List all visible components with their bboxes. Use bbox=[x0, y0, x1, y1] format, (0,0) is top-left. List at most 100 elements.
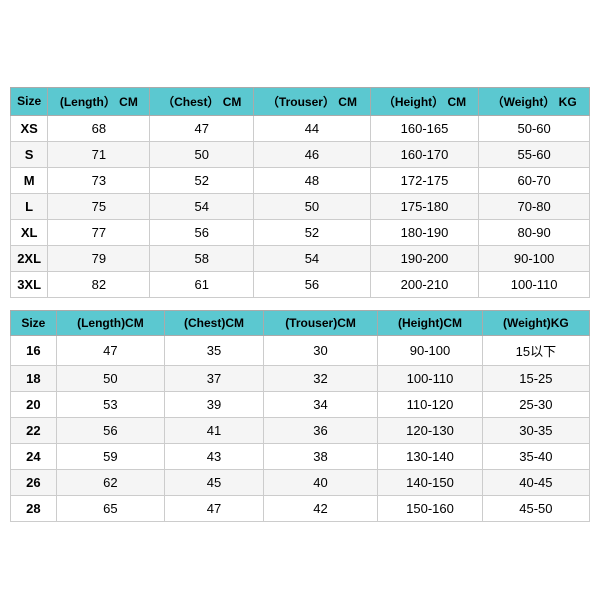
table-cell: 32 bbox=[263, 365, 377, 391]
table-cell: 59 bbox=[56, 443, 164, 469]
children-col-header: (Height)CM bbox=[378, 310, 483, 335]
table-cell: 30-35 bbox=[482, 417, 589, 443]
table-cell: 60-70 bbox=[479, 167, 590, 193]
table-cell: M bbox=[11, 167, 48, 193]
table-cell: 50 bbox=[254, 193, 371, 219]
children-col-header: (Length)CM bbox=[56, 310, 164, 335]
table-row: 26624540140-15040-45 bbox=[11, 469, 590, 495]
table-cell: 100-110 bbox=[479, 271, 590, 297]
table-row: L755450175-18070-80 bbox=[11, 193, 590, 219]
table-cell: 68 bbox=[48, 115, 150, 141]
table-cell: 100-110 bbox=[378, 365, 483, 391]
table-cell: 120-130 bbox=[378, 417, 483, 443]
table-cell: 55-60 bbox=[479, 141, 590, 167]
adult-col-header: Size bbox=[11, 87, 48, 115]
table-cell: 15以下 bbox=[482, 335, 589, 365]
table-cell: 79 bbox=[48, 245, 150, 271]
table-cell: 172-175 bbox=[370, 167, 479, 193]
table-cell: 71 bbox=[48, 141, 150, 167]
table-cell: 34 bbox=[263, 391, 377, 417]
table-cell: 46 bbox=[254, 141, 371, 167]
table-row: 20533934110-12025-30 bbox=[11, 391, 590, 417]
table-row: 22564136120-13030-35 bbox=[11, 417, 590, 443]
table-cell: L bbox=[11, 193, 48, 219]
table-cell: 16 bbox=[11, 335, 57, 365]
table-cell: 20 bbox=[11, 391, 57, 417]
children-col-header: (Weight)KG bbox=[482, 310, 589, 335]
adult-col-header: （Height） CM bbox=[370, 87, 479, 115]
children-table-header: Size(Length)CM(Chest)CM(Trouser)CM(Heigh… bbox=[11, 310, 590, 335]
table-row: M735248172-17560-70 bbox=[11, 167, 590, 193]
table-cell: 47 bbox=[165, 495, 264, 521]
table-cell: 56 bbox=[254, 271, 371, 297]
table-row: XS684744160-16550-60 bbox=[11, 115, 590, 141]
children-col-header: (Trouser)CM bbox=[263, 310, 377, 335]
table-cell: 50 bbox=[56, 365, 164, 391]
table-cell: 140-150 bbox=[378, 469, 483, 495]
table-cell: 90-100 bbox=[479, 245, 590, 271]
adult-col-header: (Length） CM bbox=[48, 87, 150, 115]
table-cell: 25-30 bbox=[482, 391, 589, 417]
table-cell: 52 bbox=[254, 219, 371, 245]
table-cell: 47 bbox=[56, 335, 164, 365]
table-cell: 77 bbox=[48, 219, 150, 245]
table-cell: 70-80 bbox=[479, 193, 590, 219]
table-cell: 56 bbox=[56, 417, 164, 443]
table-row: XL775652180-19080-90 bbox=[11, 219, 590, 245]
table-cell: 110-120 bbox=[378, 391, 483, 417]
table-cell: 2XL bbox=[11, 245, 48, 271]
table-cell: 18 bbox=[11, 365, 57, 391]
table-cell: 47 bbox=[150, 115, 254, 141]
adult-col-header: （Weight） KG bbox=[479, 87, 590, 115]
table-cell: 35-40 bbox=[482, 443, 589, 469]
table-row: 2XL795854190-20090-100 bbox=[11, 245, 590, 271]
table-cell: 54 bbox=[150, 193, 254, 219]
adult-table-header: Size(Length） CM（Chest） CM（Trouser） CM（He… bbox=[11, 87, 590, 115]
table-cell: 48 bbox=[254, 167, 371, 193]
table-cell: 73 bbox=[48, 167, 150, 193]
table-cell: 45-50 bbox=[482, 495, 589, 521]
adult-col-header: （Chest） CM bbox=[150, 87, 254, 115]
table-row: 28654742150-16045-50 bbox=[11, 495, 590, 521]
table-row: 1647353090-10015以下 bbox=[11, 335, 590, 365]
table-cell: 45 bbox=[165, 469, 264, 495]
table-cell: 37 bbox=[165, 365, 264, 391]
table-row: 18503732100-11015-25 bbox=[11, 365, 590, 391]
children-size-table: Size(Length)CM(Chest)CM(Trouser)CM(Heigh… bbox=[10, 310, 590, 522]
table-cell: 130-140 bbox=[378, 443, 483, 469]
table-cell: 44 bbox=[254, 115, 371, 141]
table-cell: 22 bbox=[11, 417, 57, 443]
table-cell: 90-100 bbox=[378, 335, 483, 365]
table-cell: 52 bbox=[150, 167, 254, 193]
table-cell: 180-190 bbox=[370, 219, 479, 245]
table-cell: 175-180 bbox=[370, 193, 479, 219]
table-row: 3XL826156200-210100-110 bbox=[11, 271, 590, 297]
table-cell: 80-90 bbox=[479, 219, 590, 245]
table-cell: 24 bbox=[11, 443, 57, 469]
table-cell: 53 bbox=[56, 391, 164, 417]
adult-size-title bbox=[10, 77, 590, 87]
table-cell: 200-210 bbox=[370, 271, 479, 297]
table-cell: S bbox=[11, 141, 48, 167]
table-cell: 75 bbox=[48, 193, 150, 219]
table-cell: 150-160 bbox=[378, 495, 483, 521]
adult-size-table: Size(Length） CM（Chest） CM（Trouser） CM（He… bbox=[10, 87, 590, 298]
table-cell: 3XL bbox=[11, 271, 48, 297]
table-cell: 40 bbox=[263, 469, 377, 495]
table-cell: 35 bbox=[165, 335, 264, 365]
children-col-header: Size bbox=[11, 310, 57, 335]
table-cell: 40-45 bbox=[482, 469, 589, 495]
table-cell: 54 bbox=[254, 245, 371, 271]
table-cell: 65 bbox=[56, 495, 164, 521]
children-size-title bbox=[10, 300, 590, 310]
table-cell: XS bbox=[11, 115, 48, 141]
table-cell: XL bbox=[11, 219, 48, 245]
table-cell: 160-170 bbox=[370, 141, 479, 167]
table-cell: 190-200 bbox=[370, 245, 479, 271]
table-cell: 26 bbox=[11, 469, 57, 495]
table-cell: 82 bbox=[48, 271, 150, 297]
table-cell: 160-165 bbox=[370, 115, 479, 141]
table-cell: 15-25 bbox=[482, 365, 589, 391]
table-cell: 62 bbox=[56, 469, 164, 495]
table-cell: 50 bbox=[150, 141, 254, 167]
